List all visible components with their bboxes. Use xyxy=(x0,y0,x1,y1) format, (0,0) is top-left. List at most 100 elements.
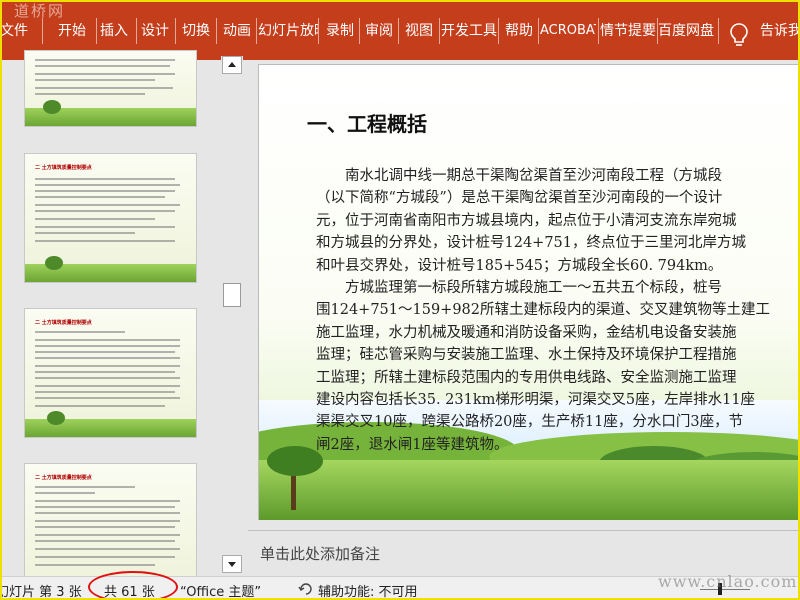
thumbnail-tree xyxy=(45,256,63,270)
tab-divider xyxy=(398,18,399,44)
slide-thumbnail[interactable] xyxy=(24,50,197,127)
thumbnail-text-line xyxy=(35,357,180,359)
tab-animations[interactable]: 动画 xyxy=(218,14,256,48)
thumbnail-text-line xyxy=(35,190,175,192)
thumbnail-text-line xyxy=(35,556,175,558)
body-line: 和方城县的分界处，设计桩号124+751，终点位于三里河北岸方城 xyxy=(316,235,746,252)
thumbnail-tree xyxy=(43,100,61,114)
thumbnail-text-line xyxy=(35,405,165,407)
theme-label: “Office 主题” xyxy=(180,585,262,600)
thumbnail-text-line xyxy=(35,79,155,81)
thumbnail-text-line xyxy=(35,534,180,536)
thumbnail-scrollbar[interactable] xyxy=(221,56,243,576)
tab-divider xyxy=(42,18,43,44)
body-line: 闸2座，退水闸1座等建筑物。 xyxy=(316,436,509,453)
watermark-text: www.cnlao.com xyxy=(658,572,798,591)
thumbnail-text-line xyxy=(35,385,180,387)
tab-acrobat[interactable]: ACROBAT xyxy=(540,14,596,48)
thumbnail-text-line xyxy=(35,520,180,522)
tab-divider xyxy=(318,18,319,44)
thumbnail-text-line xyxy=(35,87,173,89)
thumbnail-text-line xyxy=(35,204,180,206)
tab-design[interactable]: 设计 xyxy=(136,14,174,48)
notes-placeholder: 单击此处添加备注 xyxy=(260,545,381,563)
thumbnail-text-line xyxy=(35,93,145,95)
body-line: 方城监理第一标段所辖方城段施工一～五共五个标段，桩号 xyxy=(316,280,722,297)
scroll-up-button[interactable] xyxy=(222,56,242,74)
tab-home[interactable]: 开始 xyxy=(52,14,92,48)
thumbnail-text-line xyxy=(35,178,175,180)
slide-thumbnail[interactable]: 二 土方填筑质量控制要点 xyxy=(24,463,197,588)
thumbnail-text-line xyxy=(35,564,155,566)
thumbnail-heading: 二 土方填筑质量控制要点 xyxy=(35,475,92,481)
thumbnail-text-line xyxy=(35,377,180,379)
body-line: 工监理；所辖土建标段范围内的专用供电线路、安全监测施工监理 xyxy=(316,369,737,386)
tab-view[interactable]: 视图 xyxy=(400,14,438,48)
scrollbar-thumb[interactable] xyxy=(223,283,241,307)
lightbulb-icon[interactable] xyxy=(729,22,749,48)
body-line: 建设内容包括长35. 231km梯形明渠，河渠交叉5座，左岸排水11座 xyxy=(316,392,756,409)
thumbnail-text-line xyxy=(35,351,175,353)
thumbnail-text-line xyxy=(35,59,175,61)
tree-crown xyxy=(267,446,323,476)
accessibility-icon[interactable] xyxy=(298,581,314,597)
tab-divider xyxy=(498,18,499,44)
thumbnail-text-line xyxy=(35,345,180,347)
slide-title[interactable]: 一、工程概括 xyxy=(307,108,427,137)
tab-review[interactable]: 审阅 xyxy=(360,14,398,48)
thumbnail-text-line xyxy=(35,73,175,75)
thumbnail-text-line xyxy=(35,196,165,198)
tab-slideshow[interactable]: 幻灯片放映 xyxy=(258,14,318,48)
body-line: 元，位于河南省南阳市方城县境内，起点位于小清河支流东岸宛城 xyxy=(316,212,737,229)
tab-divider xyxy=(598,18,599,44)
body-line: 围124+751～159+982所辖土建标段内的渠道、交叉建筑物等土建工 xyxy=(316,302,771,319)
thumbnail-text-line xyxy=(35,240,175,242)
body-line: 和叶县交界处，设计桩号185+545；方城段全长60. 794km。 xyxy=(316,257,723,274)
scroll-down-button[interactable] xyxy=(222,555,242,573)
slide-thumbnail[interactable]: 二 土方填筑质量控制要点 xyxy=(24,153,197,283)
thumbnail-text-line xyxy=(35,339,180,341)
thumbnail-text-line xyxy=(35,210,175,212)
chevron-down-icon xyxy=(228,562,236,567)
tab-divider xyxy=(718,18,719,44)
tab-developer[interactable]: 开发工具 xyxy=(440,14,498,48)
thumbnail-text-line xyxy=(35,512,180,514)
thumbnail-heading: 二 土方填筑质量控制要点 xyxy=(35,320,92,326)
slide-position-label: 幻灯片 第 3 张 xyxy=(0,585,82,600)
accessibility-status[interactable]: 辅助功能: 不可用 xyxy=(318,581,418,600)
body-line: 渠渠交叉10座，跨渠公路桥20座，生产桥11座，分水口门3座，节 xyxy=(316,414,744,431)
thumbnail-tree xyxy=(47,411,65,425)
thumbnail-text-line xyxy=(35,506,175,508)
thumbnail-text-line xyxy=(35,397,180,399)
thumbnail-text-line xyxy=(35,331,125,333)
tab-record[interactable]: 录制 xyxy=(320,14,360,48)
thumbnail-text-line xyxy=(35,492,95,494)
slide-thumbnail[interactable]: 二 土方填筑质量控制要点 xyxy=(24,308,197,438)
body-line: 监理；硅芯管采购与安装施工监理、水土保持及环境保护工程措施 xyxy=(316,347,737,364)
tab-divider xyxy=(256,18,257,44)
thumbnail-text-line xyxy=(35,226,175,228)
thumbnail-text-line xyxy=(35,365,180,367)
tab-baidu-netdisk[interactable]: 百度网盘 xyxy=(658,14,714,48)
slide-thumbnail-pane: 二 土方填筑质量控制要点 二 土方填筑质量控制要点 二 土方填筑质量控制要点 xyxy=(0,50,220,588)
tab-help[interactable]: 帮助 xyxy=(500,14,538,48)
notes-pane[interactable]: 单击此处添加备注 xyxy=(248,530,800,574)
tell-me-search[interactable]: 告诉我 xyxy=(760,14,800,48)
thumbnail-text-line xyxy=(35,65,170,67)
thumbnail-text-line xyxy=(35,500,180,502)
tab-insert[interactable]: 插入 xyxy=(96,14,132,48)
thumbnail-heading: 二 土方填筑质量控制要点 xyxy=(35,165,92,171)
slide-canvas[interactable]: 一、工程概括 南水北调中线一期总干渠陶岔渠首至沙河南段工程（方城段 （以下简称“… xyxy=(258,64,800,520)
chevron-up-icon xyxy=(228,62,236,67)
tab-divider xyxy=(216,18,217,44)
tab-file[interactable]: 文件 xyxy=(0,14,36,48)
tab-transitions[interactable]: 切换 xyxy=(176,14,216,48)
tab-divider xyxy=(538,18,539,44)
thumbnail-text-line xyxy=(35,540,175,542)
thumbnail-text-line xyxy=(35,184,180,186)
tab-storyboard[interactable]: 情节提要 xyxy=(600,14,656,48)
slide-body-text[interactable]: 南水北调中线一期总干渠陶岔渠首至沙河南段工程（方城段 （以下简称“方城段”）是总… xyxy=(316,165,800,456)
thumbnail-text-line xyxy=(35,218,155,220)
tree-trunk xyxy=(291,470,296,510)
body-line: 南水北调中线一期总干渠陶岔渠首至沙河南段工程（方城段 xyxy=(316,168,722,184)
